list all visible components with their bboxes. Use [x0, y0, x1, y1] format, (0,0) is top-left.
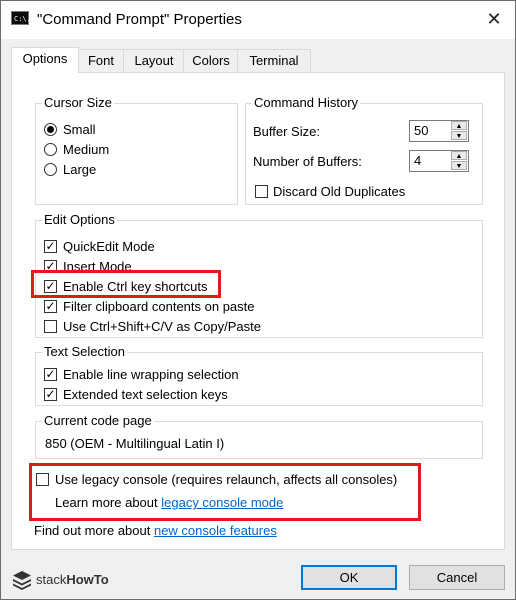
tab-font[interactable]: Font	[77, 49, 125, 73]
new-features-link[interactable]: new console features	[154, 523, 277, 538]
line-wrapping-checkbox[interactable]: ✓	[44, 368, 57, 381]
num-buffers-stepper[interactable]: 4 ▲ ▼	[409, 150, 469, 172]
cursor-small-radio[interactable]	[44, 123, 57, 136]
line-wrapping-label: Enable line wrapping selection	[63, 367, 239, 382]
extended-keys-checkbox[interactable]: ✓	[44, 388, 57, 401]
extended-keys-label: Extended text selection keys	[63, 387, 228, 402]
tab-colors[interactable]: Colors	[183, 49, 239, 73]
discard-duplicates-checkbox[interactable]	[255, 185, 268, 198]
command-history-title: Command History	[252, 95, 361, 110]
title-bar: C:\. "Command Prompt" Properties ✕	[1, 1, 515, 39]
num-buffers-label: Number of Buffers:	[253, 154, 362, 169]
cursor-size-title: Cursor Size	[42, 95, 114, 110]
close-icon[interactable]: ✕	[479, 5, 509, 33]
logo-text: stackHowTo	[36, 572, 109, 587]
cursor-medium-label: Medium	[63, 142, 110, 157]
cursor-large-label: Large	[63, 162, 97, 177]
properties-dialog: C:\. "Command Prompt" Properties ✕ Optio…	[0, 0, 516, 600]
layers-icon	[13, 571, 31, 590]
chevron-down-icon[interactable]: ▼	[451, 161, 467, 170]
code-page-group: Current code page 850 (OEM - Multilingua…	[35, 413, 483, 459]
filter-clipboard-checkbox[interactable]: ✓	[44, 300, 57, 313]
tab-options[interactable]: Options	[11, 47, 79, 73]
code-page-value: 850 (OEM - Multilingual Latin I)	[45, 436, 225, 451]
quickedit-checkbox[interactable]: ✓	[44, 240, 57, 253]
window-title: "Command Prompt" Properties	[37, 11, 242, 28]
tab-layout[interactable]: Layout	[123, 49, 185, 73]
command-prompt-icon: C:\.	[11, 11, 31, 25]
code-page-title: Current code page	[42, 413, 154, 428]
ok-button[interactable]: OK	[301, 565, 397, 590]
cancel-button[interactable]: Cancel	[409, 565, 505, 590]
cursor-medium-radio[interactable]	[44, 143, 57, 156]
text-selection-title: Text Selection	[42, 344, 127, 359]
chevron-down-icon[interactable]: ▼	[451, 131, 467, 140]
buffer-size-stepper[interactable]: 50 ▲ ▼	[409, 120, 469, 142]
cursor-small-label: Small	[63, 122, 96, 137]
discard-duplicates-label: Discard Old Duplicates	[273, 184, 406, 199]
quickedit-label: QuickEdit Mode	[63, 239, 155, 254]
ctrl-shift-copy-checkbox[interactable]	[44, 320, 57, 333]
cursor-large-radio[interactable]	[44, 163, 57, 176]
logo-text-part1: stack	[36, 572, 67, 587]
buffer-size-value: 50	[414, 123, 429, 138]
find-out-prefix: Find out more about	[34, 523, 154, 538]
text-selection-group: Text Selection ✓ Enable line wrapping se…	[35, 344, 483, 406]
filter-clipboard-label: Filter clipboard contents on paste	[63, 299, 255, 314]
chevron-up-icon[interactable]: ▲	[451, 121, 467, 130]
chevron-up-icon[interactable]: ▲	[451, 151, 467, 160]
num-buffers-value: 4	[414, 153, 422, 168]
buffer-size-label: Buffer Size:	[253, 124, 320, 139]
logo-text-part2: HowTo	[66, 572, 109, 587]
edit-options-title: Edit Options	[42, 212, 117, 227]
find-out-more: Find out more about new console features	[34, 523, 277, 538]
ctrl-shift-copy-label: Use Ctrl+Shift+C/V as Copy/Paste	[63, 319, 261, 334]
highlight-legacy-console	[29, 463, 421, 521]
command-history-group: Command History Buffer Size: 50 ▲ ▼ Numb…	[245, 95, 483, 205]
cursor-size-group: Cursor Size Small Medium Large	[35, 95, 238, 205]
highlight-ctrl-shortcuts	[31, 270, 221, 298]
tab-terminal[interactable]: Terminal	[237, 49, 311, 73]
options-panel: Cursor Size Small Medium Large Command H…	[11, 72, 505, 550]
